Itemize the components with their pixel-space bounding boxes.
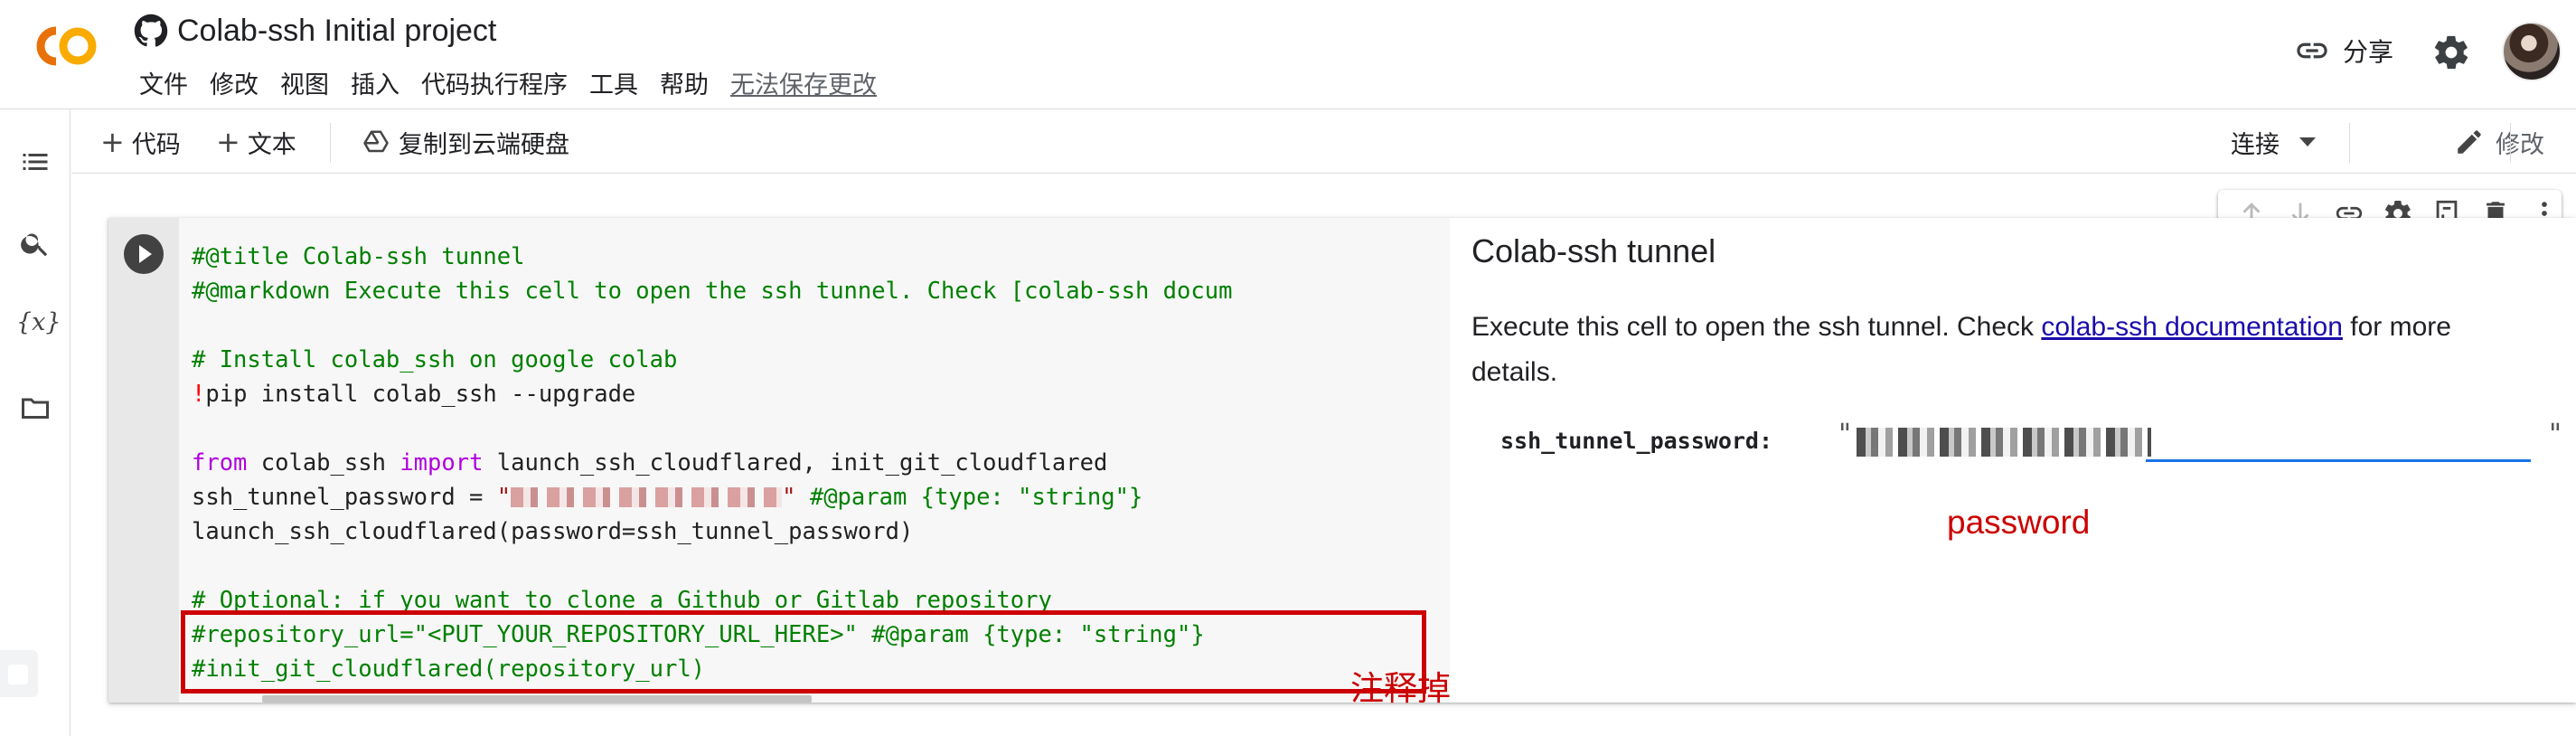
add-text-button[interactable]: + 文本	[216, 123, 296, 161]
connect-label: 连接	[2231, 130, 2280, 159]
share-button[interactable]: 分享	[2294, 31, 2393, 71]
code-line-password: ssh_tunnel_password = " " #@param {type: …	[192, 484, 1143, 511]
plus-icon: +	[100, 125, 125, 159]
code-line: from colab_ssh import launch_ssh_cloudfl…	[192, 449, 1108, 477]
github-icon	[134, 14, 168, 47]
menu-view[interactable]: 视图	[269, 65, 340, 100]
user-avatar[interactable]	[2502, 22, 2562, 81]
toc-icon[interactable]	[19, 146, 52, 178]
code-line: !pip install colab_ssh --upgrade	[192, 381, 636, 408]
notebook-toolbar: + 代码 + 文本 复制到云端硬盘 连接 修改	[71, 110, 2576, 174]
code-line: #@markdown Execute this cell to open the…	[192, 278, 1233, 305]
top-header: Colab-ssh Initial project 文件 修改 视图 插入 代码…	[0, 0, 2576, 109]
redacted-password	[511, 487, 783, 507]
copy-to-drive-label: 复制到云端硬盘	[399, 130, 569, 159]
cell-form: Colab-ssh tunnel Execute this cell to op…	[1450, 218, 2576, 703]
quote-right: "	[2547, 419, 2564, 450]
plus-icon: +	[216, 125, 240, 159]
edit-label: 修改	[2496, 130, 2544, 159]
code-line: launch_ssh_cloudflared(password=ssh_tunn…	[192, 518, 914, 545]
toolbar-divider	[2510, 123, 2511, 163]
menu-runtime[interactable]: 代码执行程序	[410, 65, 578, 100]
settings-gear-icon[interactable]	[2431, 33, 2471, 72]
form-title: Colab-ssh tunnel	[1471, 232, 1716, 269]
cell-gutter	[108, 218, 179, 703]
chevron-down-icon[interactable]	[2299, 137, 2316, 146]
share-label: 分享	[2343, 37, 2394, 67]
unsaved-changes-link[interactable]: 无法保存更改	[719, 65, 888, 100]
search-icon[interactable]	[19, 227, 52, 259]
rail-handle[interactable]	[0, 650, 38, 697]
form-description: Execute this cell to open the ssh tunnel…	[1471, 312, 2451, 387]
folder-icon[interactable]	[19, 392, 52, 424]
title-row: Colab-ssh Initial project	[134, 11, 496, 51]
code-line: # Install colab_ssh on google colab	[192, 346, 678, 373]
run-cell-button[interactable]	[124, 234, 164, 274]
document-title[interactable]: Colab-ssh Initial project	[177, 14, 496, 49]
code-line: #@title Colab-ssh tunnel	[192, 243, 525, 270]
variables-icon[interactable]: {x}	[16, 308, 61, 336]
pencil-icon	[2458, 130, 2481, 154]
menu-tools[interactable]: 工具	[578, 65, 649, 100]
colab-ssh-docs-link[interactable]: colab-ssh documentation	[2041, 312, 2343, 342]
quote-left: "	[1837, 419, 1854, 450]
link-icon	[2297, 42, 2327, 59]
connect-button[interactable]: 连接	[2231, 123, 2316, 161]
password-field[interactable]	[2146, 420, 2531, 462]
menu-edit[interactable]: 修改	[199, 65, 269, 100]
menu-file[interactable]: 文件	[128, 65, 199, 100]
add-text-label: 文本	[247, 130, 296, 159]
menu-bar: 文件 修改 视图 插入 代码执行程序 工具 帮助 无法保存更改	[128, 63, 888, 101]
add-code-label: 代码	[131, 130, 181, 159]
param-label: ssh_tunnel_password:	[1500, 428, 1773, 454]
toolbar-divider	[2349, 123, 2350, 163]
redacted-password-value	[1857, 428, 2151, 457]
colab-logo[interactable]	[25, 23, 101, 70]
toolbar-divider	[330, 123, 331, 163]
highlight-box-annotation	[181, 610, 1426, 694]
comment-out-annotation: 注释掉	[1350, 669, 1451, 708]
drive-icon	[363, 130, 389, 153]
password-annotation: password	[1947, 504, 2091, 541]
menu-help[interactable]: 帮助	[649, 65, 719, 100]
copy-to-drive-button[interactable]: 复制到云端硬盘	[362, 123, 569, 161]
menu-insert[interactable]: 插入	[340, 65, 410, 100]
horizontal-scrollbar[interactable]	[262, 695, 812, 703]
add-code-button[interactable]: + 代码	[100, 123, 181, 161]
code-cell[interactable]: #@title Colab-ssh tunnel #@markdown Exec…	[108, 218, 2576, 708]
left-rail: {x}	[0, 109, 71, 736]
edit-mode-button[interactable]: 修改	[2454, 123, 2544, 161]
